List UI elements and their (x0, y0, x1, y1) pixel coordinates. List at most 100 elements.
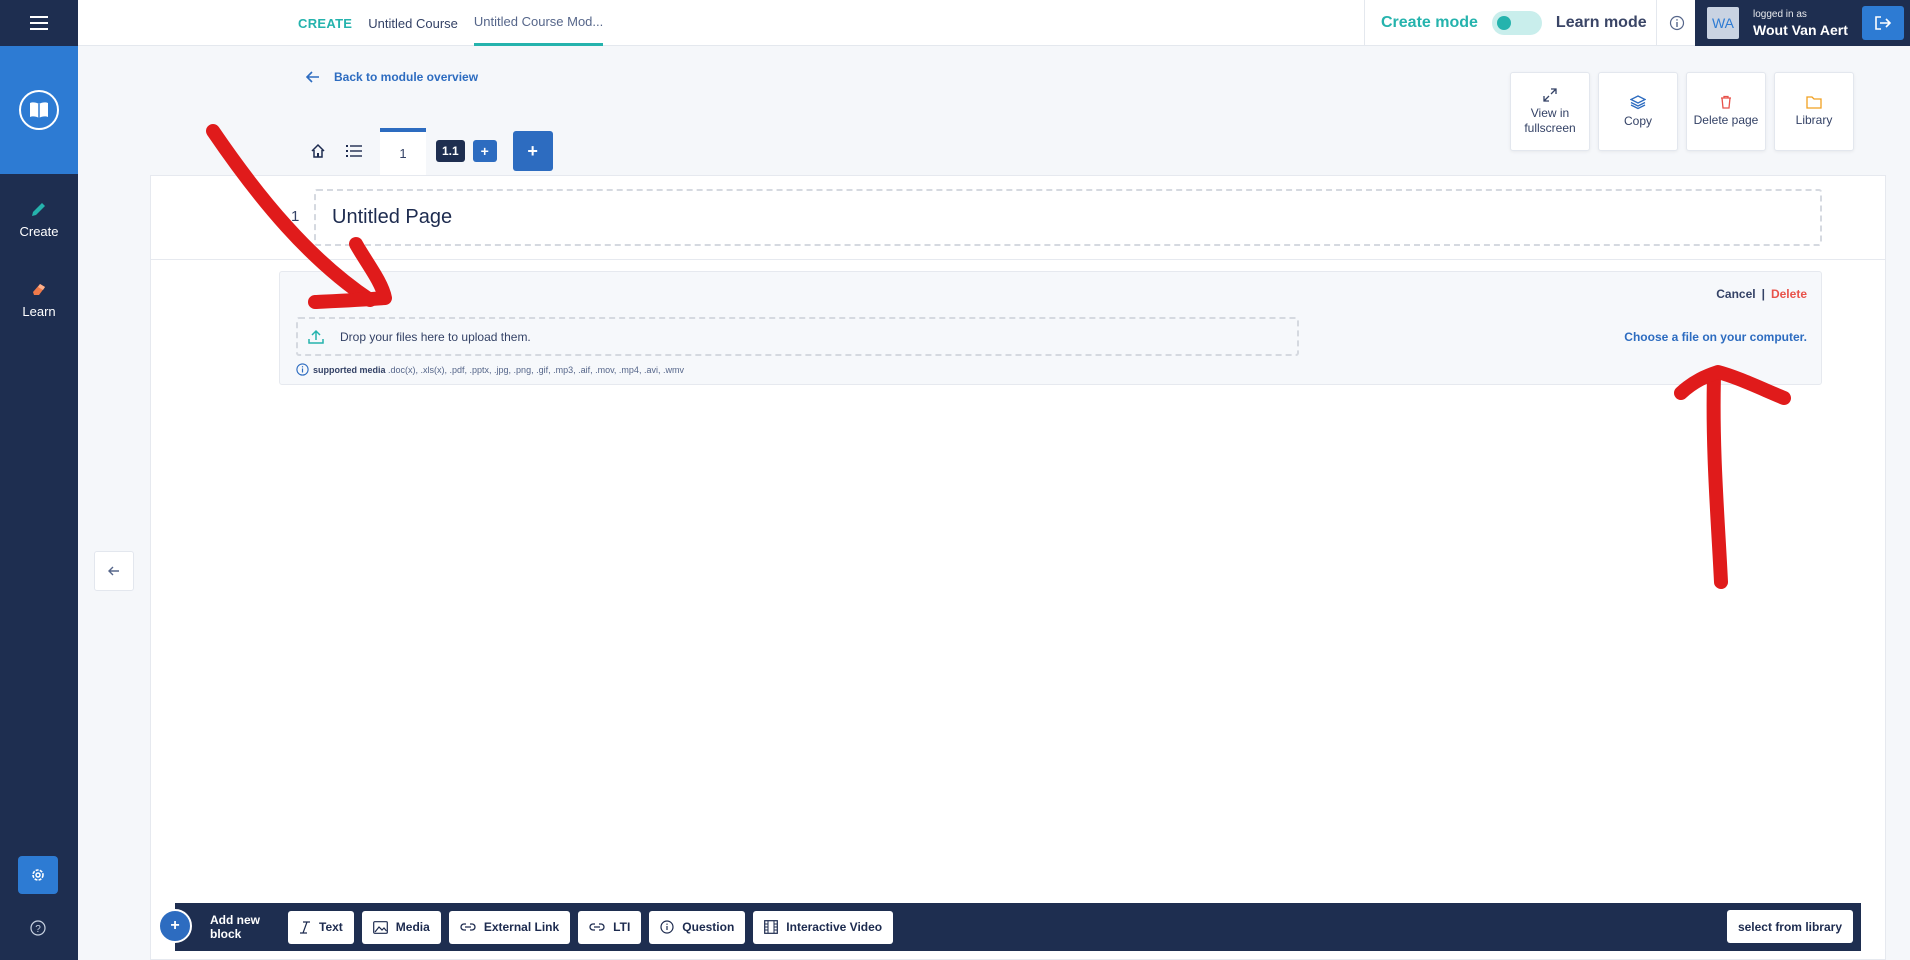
expand-icon (1543, 88, 1557, 102)
add-media-block-button[interactable]: Media (361, 910, 441, 944)
user-info: logged in as Wout Van Aert (1753, 9, 1848, 38)
external-link-button-label: External Link (483, 920, 560, 934)
breadcrumb-module[interactable]: Untitled Course Mod... (473, 0, 604, 46)
question-circle-icon: ? (30, 920, 46, 936)
add-interactive-video-button[interactable]: Interactive Video (753, 910, 894, 944)
book-logo-icon (19, 90, 59, 130)
logout-icon (1875, 16, 1892, 30)
create-mode-label[interactable]: Create mode (1381, 14, 1478, 32)
list-icon (346, 145, 362, 157)
fullscreen-label: View in fullscreen (1524, 106, 1576, 135)
add-text-block-button[interactable]: Text (288, 910, 354, 944)
mode-switch: Create mode Learn mode (1364, 0, 1647, 46)
add-question-block-button[interactable]: Question (649, 910, 746, 944)
copy-label: Copy (1623, 114, 1652, 129)
help-button[interactable]: ? (27, 917, 49, 939)
library-button[interactable]: Library (1774, 72, 1854, 151)
brand-area (0, 46, 78, 174)
supported-formats: .doc(x), .xls(x), .pdf, .pptx, .jpg, .pn… (385, 364, 684, 375)
svg-text:?: ? (35, 924, 41, 935)
toggle-knob (1496, 16, 1511, 30)
info-icon (1669, 15, 1684, 31)
add-new-block-label: Add new block (210, 913, 260, 941)
upload-icon (308, 329, 324, 344)
film-icon (764, 920, 779, 934)
media-button-label: Media (395, 920, 430, 934)
breadcrumb: CREATE Untitled Course Untitled Course M… (298, 0, 604, 46)
sidebar-item-learn[interactable]: Learn (0, 280, 78, 319)
media-upload-block: Cancel | Delete Drop your files here to … (279, 271, 1822, 385)
gear-icon (32, 869, 44, 881)
sidebar-item-label: Create (19, 224, 59, 239)
delete-page-button[interactable]: Delete page (1686, 72, 1766, 151)
breadcrumb-course[interactable]: Untitled Course (368, 16, 458, 31)
sidebar-item-create[interactable]: Create (0, 200, 78, 239)
page-actions: View in fullscreen Copy Delete page Libr… (1510, 72, 1854, 151)
link-icon (589, 923, 605, 931)
supported-media-note: supported media .doc(x), .xls(x), .pdf, … (296, 363, 684, 376)
home-tab[interactable] (300, 128, 336, 174)
question-button-label: Question (682, 920, 735, 934)
select-from-library-button[interactable]: select from library (1726, 910, 1853, 943)
user-name: Wout Van Aert (1753, 21, 1848, 38)
page-title-input[interactable]: Untitled Page (314, 189, 1822, 246)
block-actions: Cancel | Delete (1716, 287, 1807, 301)
add-page-button[interactable]: + (512, 131, 553, 171)
arrow-left-icon (108, 566, 119, 576)
collapse-panel-button[interactable] (94, 551, 134, 591)
logout-button[interactable] (1862, 6, 1904, 40)
sidebar-item-label: Learn (22, 304, 56, 319)
copy-button[interactable]: Copy (1598, 72, 1678, 151)
add-external-link-button[interactable]: External Link (448, 910, 571, 944)
text-button-label: Text (319, 920, 343, 934)
lti-button-label: LTI (613, 920, 631, 934)
hamburger-icon (30, 16, 48, 30)
page-title-number: 1 (291, 208, 300, 225)
layers-icon (1630, 95, 1646, 110)
file-dropzone[interactable]: Drop your files here to upload them. (296, 317, 1299, 356)
link-icon (460, 923, 476, 931)
interactive-video-button-label: Interactive Video (786, 920, 883, 934)
image-icon (372, 920, 388, 934)
add-block-toolbar: Add new block Text Media External Link L… (175, 903, 1861, 951)
back-link-label: Back to module overview (334, 70, 479, 84)
home-icon (311, 143, 325, 158)
add-sub-page-button[interactable]: + (472, 140, 497, 162)
learn-mode-label[interactable]: Learn mode (1556, 14, 1647, 32)
italic-text-icon (300, 920, 310, 934)
delete-block-button[interactable]: Delete (1771, 287, 1807, 301)
select-library-label: select from library (1737, 919, 1842, 934)
logged-in-as-label: logged in as (1753, 8, 1807, 20)
top-bar: CREATE Untitled Course Untitled Course M… (78, 0, 1910, 46)
left-sidebar: Create Learn ? (0, 0, 78, 960)
delete-page-label: Delete page (1693, 113, 1759, 128)
list-tab[interactable] (336, 128, 372, 174)
library-label: Library (1795, 113, 1833, 128)
trash-icon (1721, 96, 1731, 109)
add-lti-block-button[interactable]: LTI (578, 910, 642, 944)
page-tabs: 1 1.1 + + (300, 127, 553, 175)
page-title-row: 1 Untitled Page (151, 176, 1885, 260)
pencil-icon (32, 203, 45, 216)
cancel-button[interactable]: Cancel (1716, 287, 1755, 301)
action-separator: | (1761, 287, 1765, 301)
avatar[interactable]: WA (1707, 7, 1739, 39)
hamburger-menu-button[interactable] (0, 0, 78, 46)
info-icon (660, 920, 674, 934)
settings-button[interactable] (18, 856, 58, 894)
add-block-button[interactable]: + (158, 909, 192, 943)
folder-icon (1806, 96, 1822, 109)
tab-page-1[interactable]: 1 (380, 127, 426, 175)
mode-toggle[interactable] (1491, 11, 1542, 35)
user-panel: WA logged in as Wout Van Aert (1695, 0, 1910, 46)
arrow-left-icon (306, 71, 319, 83)
sub-page-badge[interactable]: 1.1 (436, 140, 465, 162)
breadcrumb-create: CREATE (298, 15, 353, 31)
choose-file-link[interactable]: Choose a file on your computer. (1624, 330, 1807, 344)
view-fullscreen-button[interactable]: View in fullscreen (1510, 72, 1590, 151)
supported-media-label: supported media (313, 364, 386, 375)
page-editor: 1 Untitled Page Cancel | Delete Drop you… (150, 175, 1886, 960)
back-to-module-link[interactable]: Back to module overview (306, 70, 478, 84)
info-button[interactable] (1656, 0, 1696, 46)
eraser-icon (33, 284, 45, 295)
